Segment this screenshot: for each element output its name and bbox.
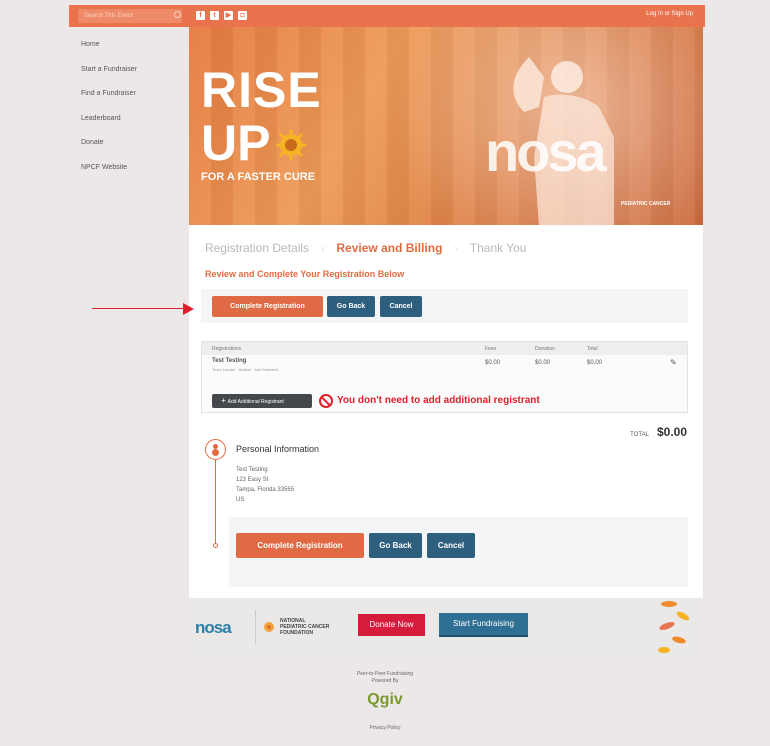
registrant-name: Test Testing xyxy=(212,358,247,364)
start-fundraising-button[interactable]: Start Fundraising xyxy=(439,613,528,637)
powered-line-1: Peer-to-Peer Fundraising xyxy=(356,671,414,677)
review-subtitle: Review and Complete Your Registration Be… xyxy=(205,269,405,279)
decorative-leaves-icon xyxy=(658,601,690,653)
sidebar-item-find-fundraiser[interactable]: Find a Fundraiser xyxy=(81,89,137,114)
registration-card: Registration Details › Review and Billin… xyxy=(189,225,703,598)
npcf-line-3: FOUNDATION xyxy=(280,630,313,636)
address-name: Test Testing xyxy=(236,467,268,473)
npcf-logo-text: NATIONAL PEDIATRIC CANCER FOUNDATION xyxy=(280,618,329,636)
sunflower-icon xyxy=(276,130,306,160)
annotation-arrow-line xyxy=(92,308,184,309)
registrations-table: Registrations Fees Donation Total Test T… xyxy=(201,341,688,413)
complete-registration-button[interactable]: Complete Registration xyxy=(212,296,323,317)
total-value: $0.00 xyxy=(656,425,687,439)
nosa-logo: nosa xyxy=(195,618,232,637)
prohibited-icon xyxy=(319,394,333,408)
sidebar-item-npcf-website[interactable]: NPCF Website xyxy=(81,163,137,188)
sidebar-item-donate[interactable]: Donate xyxy=(81,138,137,163)
order-total: TOTAL $0.00 xyxy=(630,425,687,439)
progress-steps: Registration Details › Review and Billin… xyxy=(205,241,526,255)
table-row: Test Testing Team Leader · Walker · Not … xyxy=(202,356,687,386)
hero-sponsor-logo: PEDIATRIC CANCER xyxy=(621,201,671,207)
table-header: Registrations Fees Donation Total xyxy=(202,342,687,355)
column-header-registrations: Registrations xyxy=(212,346,242,352)
hero-title-up: UP xyxy=(201,115,271,171)
npcf-star-icon xyxy=(264,622,274,632)
hero-title-rise: RISE xyxy=(201,62,322,118)
hero-nosa-text: nosa xyxy=(485,120,607,183)
instagram-icon[interactable]: ◘ xyxy=(238,11,247,20)
column-header-total: Total xyxy=(587,346,598,352)
total-label: TOTAL xyxy=(630,432,649,438)
cancel-button-bottom[interactable]: Cancel xyxy=(427,533,475,558)
privacy-policy-link[interactable]: Privacy Policy xyxy=(0,725,770,731)
hero-banner: RISE UP FOR A FASTER CURE nosa PEDIATRIC… xyxy=(189,27,703,225)
step-separator: › xyxy=(454,242,458,254)
registrant-fees: $0.00 xyxy=(485,360,501,366)
sidebar-item-start-fundraiser[interactable]: Start a Fundraiser xyxy=(81,65,137,90)
personal-info-address: Test Testing 123 Easy St Tampa, Florida … xyxy=(236,465,294,505)
powered-line-2: Powered By xyxy=(371,678,399,684)
sidebar-item-leaderboard[interactable]: Leaderboard xyxy=(81,114,137,139)
twitter-icon[interactable]: t xyxy=(210,11,219,20)
address-street: 123 Easy St xyxy=(236,477,269,483)
timeline-line xyxy=(215,460,216,545)
action-panel-bottom: Complete Registration Go Back Cancel xyxy=(229,517,688,587)
qgiv-logo[interactable]: Qgiv xyxy=(0,691,770,709)
sidebar-nav: Home Start a Fundraiser Find a Fundraise… xyxy=(81,40,137,187)
column-header-fees: Fees xyxy=(485,346,497,352)
facebook-icon[interactable]: f xyxy=(196,11,205,20)
add-registrant-label: Add Additional Registrant xyxy=(227,399,284,405)
registrant-detail: Team Leader · Walker · Not Selected xyxy=(212,367,278,372)
hero-tagline: FOR A FASTER CURE xyxy=(201,171,316,183)
step-registration-details: Registration Details xyxy=(205,241,310,255)
address-country: US xyxy=(236,497,245,503)
personal-info-title: Personal Information xyxy=(236,444,320,454)
step-review-billing: Review and Billing xyxy=(336,241,443,255)
cancel-button[interactable]: Cancel xyxy=(380,296,422,317)
annotation-warning: You don't need to add additional registr… xyxy=(337,395,540,406)
step-thank-you: Thank You xyxy=(469,241,527,255)
npcf-logo: NATIONAL PEDIATRIC CANCER FOUNDATION xyxy=(262,618,329,636)
footer-sponsor-strip: nosa NATIONAL PEDIATRIC CANCER FOUNDATIO… xyxy=(189,598,703,656)
go-back-button[interactable]: Go Back xyxy=(327,296,375,317)
timeline-end-dot xyxy=(213,543,218,548)
registrant-donation: $0.00 xyxy=(535,360,551,366)
action-panel-top: Complete Registration Go Back Cancel xyxy=(201,289,688,323)
login-signup-link[interactable]: Log In or Sign Up xyxy=(646,11,693,17)
search-input[interactable]: Search This Event xyxy=(78,9,182,23)
add-registrant-button[interactable]: + Add Additional Registrant xyxy=(212,394,312,408)
sidebar-item-home[interactable]: Home xyxy=(81,40,137,65)
edit-pencil-icon[interactable]: ✎ xyxy=(670,358,677,367)
plus-icon: + xyxy=(221,396,226,405)
youtube-icon[interactable]: ▶ xyxy=(224,11,233,20)
footer-divider xyxy=(255,610,256,644)
powered-by-text: Peer-to-Peer Fundraising Powered By xyxy=(0,671,770,685)
donate-now-button[interactable]: Donate Now xyxy=(358,614,425,636)
address-city: Tampa, Florida 33565 xyxy=(236,487,295,493)
registrant-total: $0.00 xyxy=(587,360,603,366)
step-separator: › xyxy=(321,242,325,254)
top-bar: Search This Event f t ▶ ◘ Log In or Sign… xyxy=(69,5,705,27)
social-links: f t ▶ ◘ xyxy=(196,11,247,20)
column-header-donation: Donation xyxy=(535,346,556,352)
search-icon[interactable] xyxy=(174,11,181,18)
go-back-button-bottom[interactable]: Go Back xyxy=(369,533,422,558)
complete-registration-button-bottom[interactable]: Complete Registration xyxy=(236,533,364,558)
annotation-arrow-icon xyxy=(183,303,194,315)
user-icon xyxy=(205,439,226,460)
